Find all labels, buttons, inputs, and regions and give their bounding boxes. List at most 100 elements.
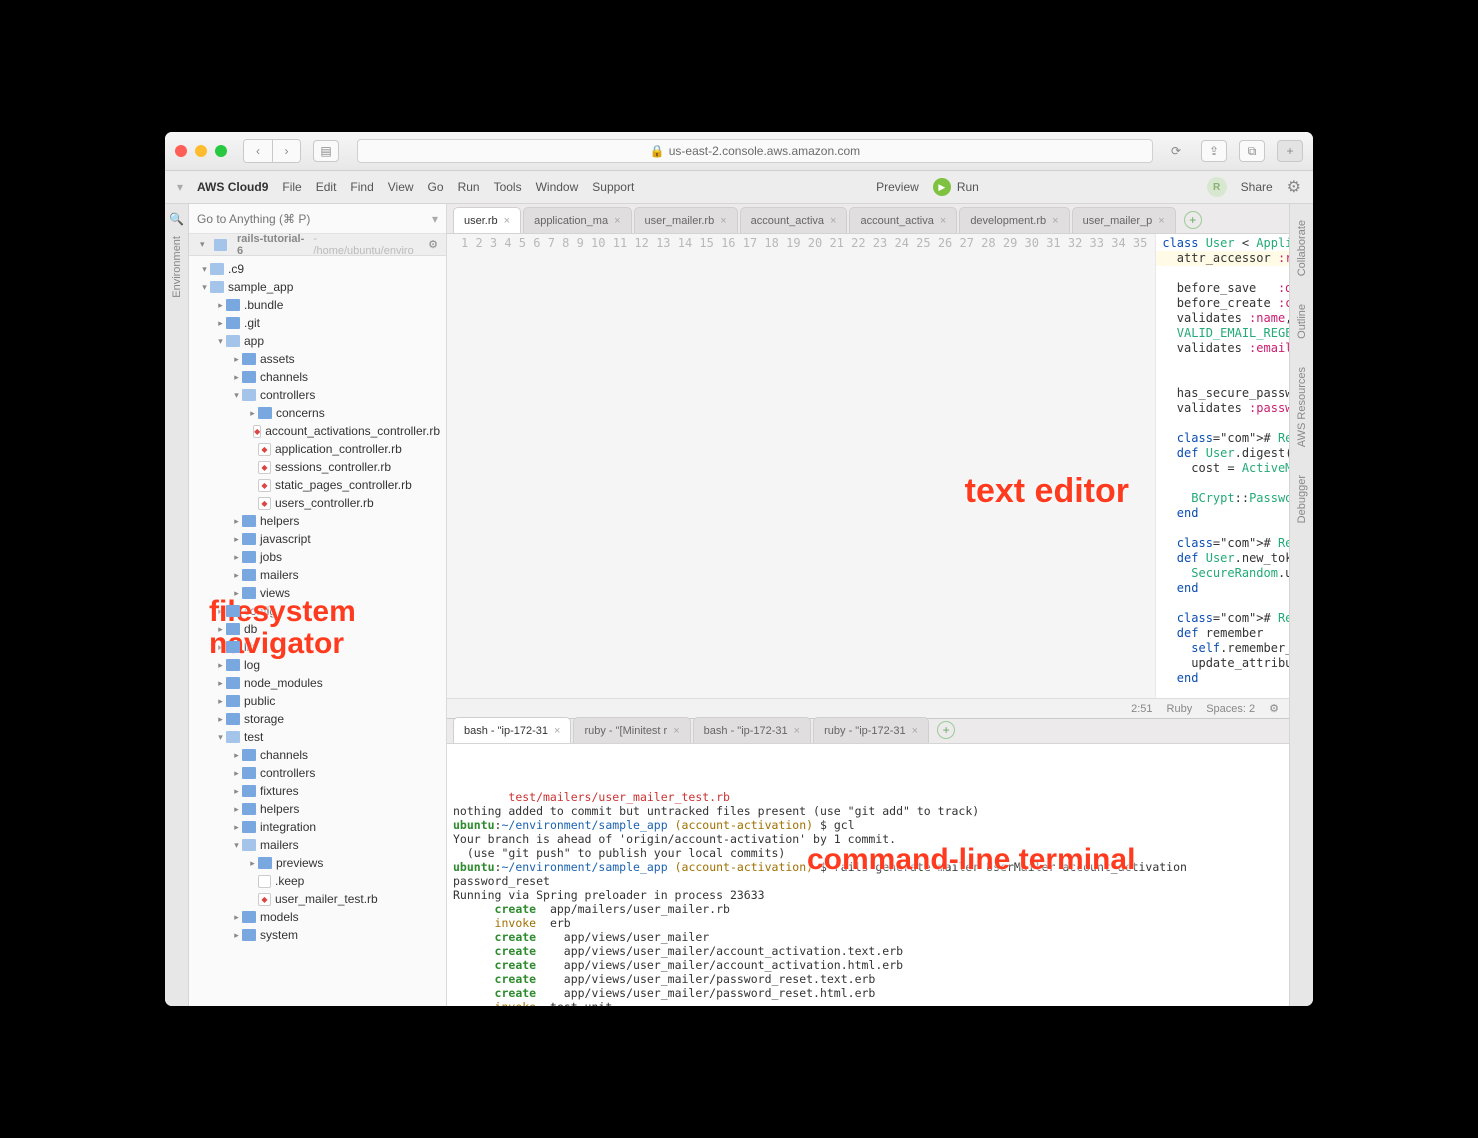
preview-button[interactable]: Preview — [876, 180, 919, 194]
address-bar[interactable]: 🔒 us-east-2.console.aws.amazon.com — [357, 139, 1153, 163]
right-rail-collaborate[interactable]: Collaborate — [1296, 220, 1308, 276]
close-icon[interactable]: × — [554, 725, 560, 737]
menu-tools[interactable]: Tools — [494, 180, 522, 194]
menu-view[interactable]: View — [388, 180, 414, 194]
breadcrumb[interactable]: ▾ rails-tutorial-6 - /home/ubuntu/enviro… — [189, 234, 446, 256]
tree-item[interactable]: ▸config — [189, 602, 446, 620]
reload-icon[interactable]: ⟳ — [1171, 144, 1181, 158]
tree-item[interactable]: ▸mailers — [189, 566, 446, 584]
right-rail-aws-resources[interactable]: AWS Resources — [1296, 367, 1308, 447]
search-input[interactable] — [197, 212, 426, 226]
tree-item[interactable]: ▸channels — [189, 368, 446, 386]
tree-item[interactable]: ▸storage — [189, 710, 446, 728]
editor-tab[interactable]: user_mailer_p× — [1072, 207, 1176, 233]
tree-item[interactable]: ▾test — [189, 728, 446, 746]
right-rail-debugger[interactable]: Debugger — [1296, 475, 1308, 523]
menu-edit[interactable]: Edit — [316, 180, 337, 194]
goto-search[interactable]: ▾ — [189, 204, 446, 234]
editor-tab[interactable]: application_ma× — [523, 207, 631, 233]
close-icon[interactable]: × — [794, 725, 800, 737]
close-icon[interactable]: × — [614, 215, 620, 227]
close-icon[interactable]: × — [720, 215, 726, 227]
tree-item[interactable]: ▸integration — [189, 818, 446, 836]
tree-item[interactable]: ◆users_controller.rb — [189, 494, 446, 512]
close-icon[interactable]: × — [912, 725, 918, 737]
environment-tab[interactable]: Environment — [171, 236, 183, 298]
menu-find[interactable]: Find — [350, 180, 373, 194]
tree-item[interactable]: ▸.bundle — [189, 296, 446, 314]
terminal-tab[interactable]: ruby - "[Minitest r× — [573, 717, 690, 743]
tree-item[interactable]: ▸controllers — [189, 764, 446, 782]
menu-support[interactable]: Support — [592, 180, 634, 194]
tree-item[interactable]: ◆sessions_controller.rb — [189, 458, 446, 476]
spaces-setting[interactable]: Spaces: 2 — [1206, 703, 1255, 715]
gear-icon[interactable]: ⚙ — [1287, 177, 1301, 197]
tree-item[interactable]: ▸.git — [189, 314, 446, 332]
tree-item[interactable]: ▾mailers — [189, 836, 446, 854]
tree-item[interactable]: ◆static_pages_controller.rb — [189, 476, 446, 494]
tree-item[interactable]: ▸concerns — [189, 404, 446, 422]
tree-item[interactable]: ▸views — [189, 584, 446, 602]
new-tab-button[interactable]: + — [1184, 211, 1202, 229]
tree-item[interactable]: ▸assets — [189, 350, 446, 368]
file-tree[interactable]: filesystem navigator ▾.c9▾sample_app▸.bu… — [189, 256, 446, 1006]
menu-file[interactable]: File — [282, 180, 301, 194]
avatar[interactable]: R — [1207, 177, 1227, 197]
share-icon[interactable]: ⇪ — [1201, 140, 1227, 162]
tree-item[interactable]: .keep — [189, 872, 446, 890]
tree-item[interactable]: ▸javascript — [189, 530, 446, 548]
menu-window[interactable]: Window — [536, 180, 579, 194]
text-editor[interactable]: 1 2 3 4 5 6 7 8 9 10 11 12 13 14 15 16 1… — [447, 234, 1289, 698]
minimize-icon[interactable] — [195, 145, 207, 157]
menu-go[interactable]: Go — [428, 180, 444, 194]
terminal-tab[interactable]: ruby - "ip-172-31× — [813, 717, 929, 743]
tree-item[interactable]: ▾app — [189, 332, 446, 350]
tree-item[interactable]: ▾controllers — [189, 386, 446, 404]
tree-item[interactable]: ▸log — [189, 656, 446, 674]
tree-item[interactable]: ▸node_modules — [189, 674, 446, 692]
share-button[interactable]: Share — [1241, 180, 1273, 194]
editor-tab[interactable]: development.rb× — [959, 207, 1069, 233]
close-icon[interactable]: × — [504, 215, 510, 227]
editor-tab[interactable]: account_activa× — [740, 207, 848, 233]
forward-button[interactable]: › — [272, 140, 300, 162]
tabs-icon[interactable]: ⧉ — [1239, 140, 1265, 162]
new-terminal-button[interactable]: + — [937, 721, 955, 739]
tree-item[interactable]: ▸helpers — [189, 800, 446, 818]
close-icon[interactable]: × — [940, 215, 946, 227]
tree-item[interactable]: ▸channels — [189, 746, 446, 764]
menu-toggle-icon[interactable]: ▾ — [177, 180, 183, 194]
close-icon[interactable]: × — [673, 725, 679, 737]
new-tab-icon[interactable]: + — [1277, 140, 1303, 162]
tree-item[interactable]: ▸public — [189, 692, 446, 710]
tree-item[interactable]: ▸jobs — [189, 548, 446, 566]
tree-item[interactable]: ▸system — [189, 926, 446, 944]
editor-tab[interactable]: user_mailer.rb× — [634, 207, 738, 233]
menu-run[interactable]: Run — [458, 180, 480, 194]
gear-icon[interactable]: ⚙ — [1269, 702, 1279, 715]
terminal-tab[interactable]: bash - "ip-172-31× — [693, 717, 811, 743]
tree-item[interactable]: ◆application_controller.rb — [189, 440, 446, 458]
tree-item[interactable]: ▾sample_app — [189, 278, 446, 296]
close-icon[interactable] — [175, 145, 187, 157]
run-button[interactable]: ▶ Run — [933, 178, 979, 196]
tree-item[interactable]: ▸lib — [189, 638, 446, 656]
tree-item[interactable]: ▾.c9 — [189, 260, 446, 278]
right-rail-outline[interactable]: Outline — [1296, 304, 1308, 339]
close-icon[interactable]: × — [1052, 215, 1058, 227]
editor-tab[interactable]: account_activa× — [849, 207, 957, 233]
terminal[interactable]: command-line terminal test/mailers/user_… — [447, 744, 1289, 1006]
language-mode[interactable]: Ruby — [1167, 703, 1193, 715]
editor-tab[interactable]: user.rb× — [453, 207, 521, 233]
tree-item[interactable]: ▸models — [189, 908, 446, 926]
zoom-icon[interactable] — [215, 145, 227, 157]
tree-item[interactable]: ▸previews — [189, 854, 446, 872]
gear-icon[interactable]: ⚙ — [428, 238, 438, 251]
close-icon[interactable]: × — [1158, 215, 1164, 227]
search-icon[interactable]: 🔍 — [169, 212, 184, 226]
tree-item[interactable]: ◆user_mailer_test.rb — [189, 890, 446, 908]
back-button[interactable]: ‹ — [244, 140, 272, 162]
code-area[interactable]: class User < ApplicationRecord attr_acce… — [1156, 234, 1289, 698]
tree-item[interactable]: ▸fixtures — [189, 782, 446, 800]
tree-item[interactable]: ◆account_activations_controller.rb — [189, 422, 446, 440]
